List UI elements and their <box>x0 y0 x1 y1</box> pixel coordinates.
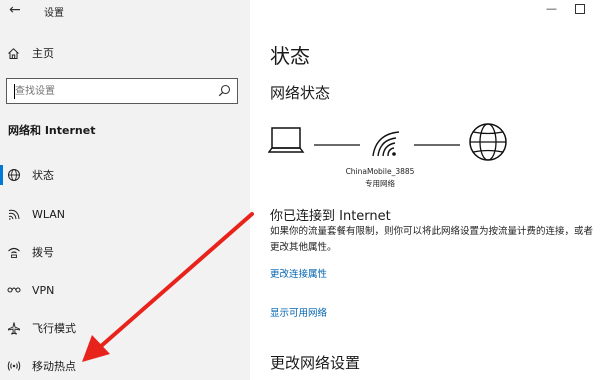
vpn-icon <box>6 282 22 298</box>
sidebar-item-mobile-hotspot[interactable]: 移动热点 <box>6 356 236 376</box>
home-label: 主页 <box>32 47 54 60</box>
home-nav-item[interactable]: 主页 <box>7 44 54 62</box>
show-available-networks-link[interactable]: 显示可用网络 <box>270 305 327 319</box>
sidebar-item-airplane-mode[interactable]: 飞行模式 <box>6 318 236 338</box>
minimize-button[interactable]: — <box>546 2 557 15</box>
internet-globe-icon <box>469 123 507 161</box>
sidebar-item-vpn[interactable]: VPN <box>6 280 236 300</box>
sidebar-item-wlan[interactable]: WLAN <box>6 204 236 224</box>
sidebar-item-label: 移动热点 <box>32 360 76 373</box>
main-content: — 状态 网络状态 ChinaMobile_3885 专用网络 你已连接到 In… <box>250 0 600 380</box>
globe-status-icon <box>6 167 22 183</box>
app-title: 设置 <box>44 8 64 19</box>
change-connection-properties-link[interactable]: 更改连接属性 <box>270 266 327 280</box>
back-arrow-icon[interactable]: ← <box>9 2 21 18</box>
home-icon <box>8 47 19 59</box>
search-box[interactable] <box>6 78 238 104</box>
sidebar-item-label: 拨号 <box>32 246 54 259</box>
search-input[interactable] <box>12 82 210 100</box>
search-icon[interactable] <box>218 84 231 97</box>
network-diagram <box>268 123 507 161</box>
sidebar-item-label: WLAN <box>32 207 66 221</box>
text-caret <box>14 84 15 99</box>
connection-description: 如果你的流量套餐有限制，则你可以将此网络设置为按流量计费的连接，或者更改其他属性… <box>270 226 594 253</box>
title-bar: ← 设置 <box>0 0 250 22</box>
network-type: 专用网络 <box>365 179 395 188</box>
sidebar-item-dialup[interactable]: 拨号 <box>6 242 236 262</box>
sidebar-item-status[interactable]: 状态 <box>0 165 236 185</box>
sidebar-item-label: 飞行模式 <box>32 322 76 335</box>
settings-sidebar: ← 设置 主页 网络和 Internet 状态 <box>0 0 250 380</box>
network-status-heading: 网络状态 <box>270 84 331 102</box>
wifi-signal-icon <box>372 131 400 157</box>
hotspot-icon <box>6 358 22 374</box>
network-name: ChinaMobile_3885 <box>345 167 415 176</box>
sidebar-item-label: VPN <box>32 283 55 297</box>
connected-heading: 你已连接到 Internet <box>270 209 391 224</box>
change-network-settings-heading: 更改网络设置 <box>270 354 361 372</box>
maximize-button[interactable] <box>575 4 585 14</box>
wifi-icon <box>6 206 22 222</box>
section-heading-network: 网络和 Internet <box>8 124 96 137</box>
airplane-icon <box>6 320 22 336</box>
page-title: 状态 <box>270 44 310 68</box>
sidebar-item-label: 状态 <box>32 169 54 182</box>
dialup-icon <box>6 244 22 260</box>
laptop-icon <box>268 127 305 153</box>
